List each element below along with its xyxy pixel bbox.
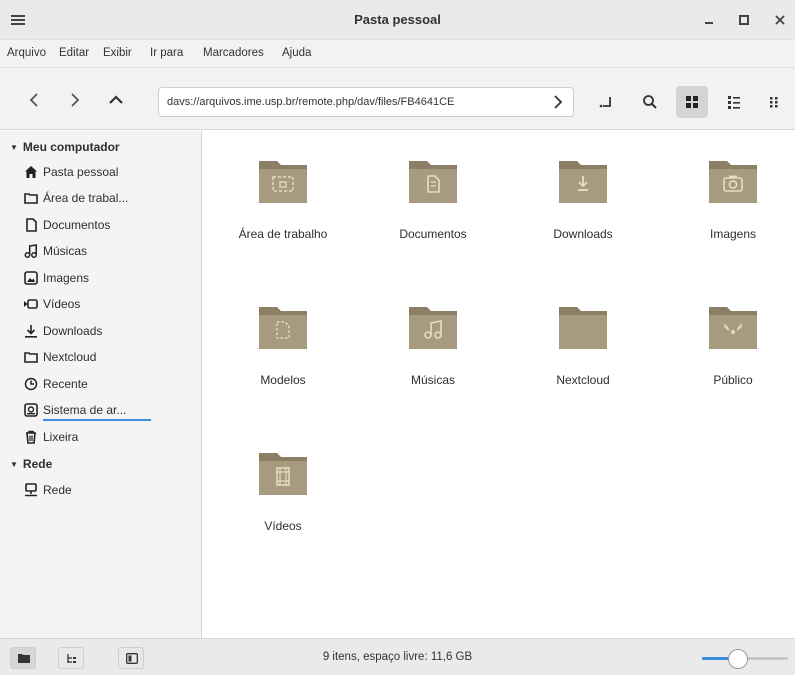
- search-icon: [643, 95, 657, 109]
- sidebar-header-rede[interactable]: ▼ Rede: [10, 457, 52, 471]
- sidebar-item-downloads[interactable]: Downloads: [24, 321, 194, 343]
- close-button[interactable]: [770, 10, 790, 30]
- folder-document-icon: [409, 161, 457, 203]
- list-view-button[interactable]: [718, 86, 750, 118]
- icon-view-button[interactable]: [676, 86, 708, 118]
- folder-name: Imagens: [709, 227, 757, 241]
- status-text: 9 itens, espaço livre: 11,6 GB: [322, 651, 473, 663]
- folder-area-de-trabalho[interactable]: Área de trabalho: [213, 155, 353, 265]
- forward-button[interactable]: [66, 91, 84, 109]
- home-icon: [25, 166, 37, 178]
- disk-usage-bar: [43, 419, 151, 421]
- menu-bar: Arquivo Editar Exibir Ir para Marcadores…: [0, 40, 795, 68]
- folder-name: Área de trabalho: [238, 227, 328, 241]
- folder-name: Vídeos: [264, 519, 302, 533]
- toolbar: davs://arquivos.ime.usp.br/remote.php/da…: [0, 68, 795, 130]
- image-icon: [24, 271, 38, 285]
- maximize-icon: [739, 15, 749, 25]
- folder-camera-icon: [709, 161, 757, 203]
- back-button[interactable]: [25, 91, 43, 109]
- menu-exibir[interactable]: Exibir: [103, 47, 132, 59]
- network-icon: [25, 483, 37, 497]
- maximize-button[interactable]: [734, 10, 754, 30]
- menu-ajuda[interactable]: Ajuda: [282, 47, 311, 59]
- zoom-slider[interactable]: [702, 649, 790, 669]
- folder-modelos[interactable]: Modelos: [213, 301, 353, 411]
- folder-name: Downloads: [553, 227, 613, 241]
- sidebar-item-lixeira[interactable]: Lixeira: [24, 427, 194, 449]
- list-view-icon: [728, 96, 740, 109]
- file-view[interactable]: Área de trabalho Documentos Downloads Im…: [203, 131, 795, 638]
- folder-nextcloud[interactable]: Nextcloud: [513, 301, 653, 411]
- menu-arquivo[interactable]: Arquivo: [7, 47, 46, 59]
- download-icon: [25, 325, 37, 338]
- trash-icon: [26, 430, 36, 444]
- folder-name: Nextcloud: [556, 373, 610, 387]
- folder-name: Público: [713, 373, 753, 387]
- folder-documentos[interactable]: Documentos: [363, 155, 503, 265]
- folder-videos[interactable]: Vídeos: [213, 447, 353, 557]
- sidebar-item-sistema-de-arquivos[interactable]: Sistema de ar...: [24, 400, 194, 422]
- folder-publico[interactable]: Público: [663, 301, 795, 411]
- video-icon: [24, 299, 38, 309]
- folder-template-icon: [259, 307, 307, 349]
- sidebar-item-musicas[interactable]: Músicas: [24, 241, 194, 263]
- sidebar-item-nextcloud[interactable]: Nextcloud: [24, 347, 194, 369]
- folder-name: Modelos: [260, 373, 306, 387]
- sidebar-item-rede[interactable]: Rede: [24, 480, 194, 502]
- search-button[interactable]: [634, 86, 666, 118]
- folder-icon: [24, 352, 38, 363]
- menu-ir-para[interactable]: Ir para: [150, 47, 183, 59]
- expand-triangle-icon: ▼: [10, 143, 18, 152]
- minimize-button[interactable]: [699, 10, 719, 30]
- menu-marcadores[interactable]: Marcadores: [203, 47, 264, 59]
- sidebar-header-computer[interactable]: ▼ Meu computador: [10, 140, 120, 154]
- grid-view-icon: [686, 96, 698, 108]
- menu-editar[interactable]: Editar: [59, 47, 89, 59]
- close-icon: [775, 15, 785, 25]
- location-bar[interactable]: davs://arquivos.ime.usp.br/remote.php/da…: [158, 87, 574, 117]
- sidebar: ▼ Meu computador Pasta pessoal Área de tr…: [0, 131, 202, 638]
- sidebar-item-pasta-pessoal[interactable]: Pasta pessoal: [24, 162, 194, 184]
- folder-name: Músicas: [410, 373, 455, 387]
- folder-name: Documentos: [399, 227, 467, 241]
- sidebar-item-imagens[interactable]: Imagens: [24, 268, 194, 290]
- title-bar: Pasta pessoal: [0, 0, 795, 40]
- sidebar-item-area-de-trabalho[interactable]: Área de trabal...: [24, 188, 194, 210]
- window-title: Pasta pessoal: [354, 12, 441, 27]
- chevron-right-icon[interactable]: [551, 95, 565, 109]
- drive-icon: [24, 403, 38, 417]
- folder-desktop-icon: [259, 161, 307, 203]
- compact-view-button[interactable]: [760, 86, 790, 118]
- folder-music-icon: [409, 307, 457, 349]
- folder-icon: [24, 193, 38, 204]
- minimize-icon: [705, 22, 713, 24]
- sidebar-item-videos[interactable]: Vídeos: [24, 294, 194, 316]
- sidebar-item-documentos[interactable]: Documentos: [24, 215, 194, 237]
- folder-icon: [559, 307, 607, 349]
- location-entry-icon: [599, 97, 611, 108]
- location-path[interactable]: davs://arquivos.ime.usp.br/remote.php/da…: [167, 96, 545, 108]
- folder-video-icon: [259, 453, 307, 495]
- folder-downloads[interactable]: Downloads: [513, 155, 653, 265]
- up-button[interactable]: [107, 91, 125, 109]
- status-bar: 9 itens, espaço livre: 11,6 GB: [0, 638, 795, 675]
- folder-download-icon: [559, 161, 607, 203]
- toggle-location-button[interactable]: [590, 86, 622, 118]
- clock-icon: [24, 377, 38, 391]
- expand-triangle-icon: ▼: [10, 460, 18, 469]
- document-icon: [26, 218, 37, 232]
- music-icon: [24, 244, 37, 258]
- folder-share-icon: [709, 307, 757, 349]
- zoom-handle[interactable]: [728, 649, 749, 669]
- folder-imagens[interactable]: Imagens: [663, 155, 795, 265]
- folder-musicas[interactable]: Músicas: [363, 301, 503, 411]
- compact-view-icon: [770, 97, 778, 108]
- sidebar-item-recente[interactable]: Recente: [24, 374, 194, 396]
